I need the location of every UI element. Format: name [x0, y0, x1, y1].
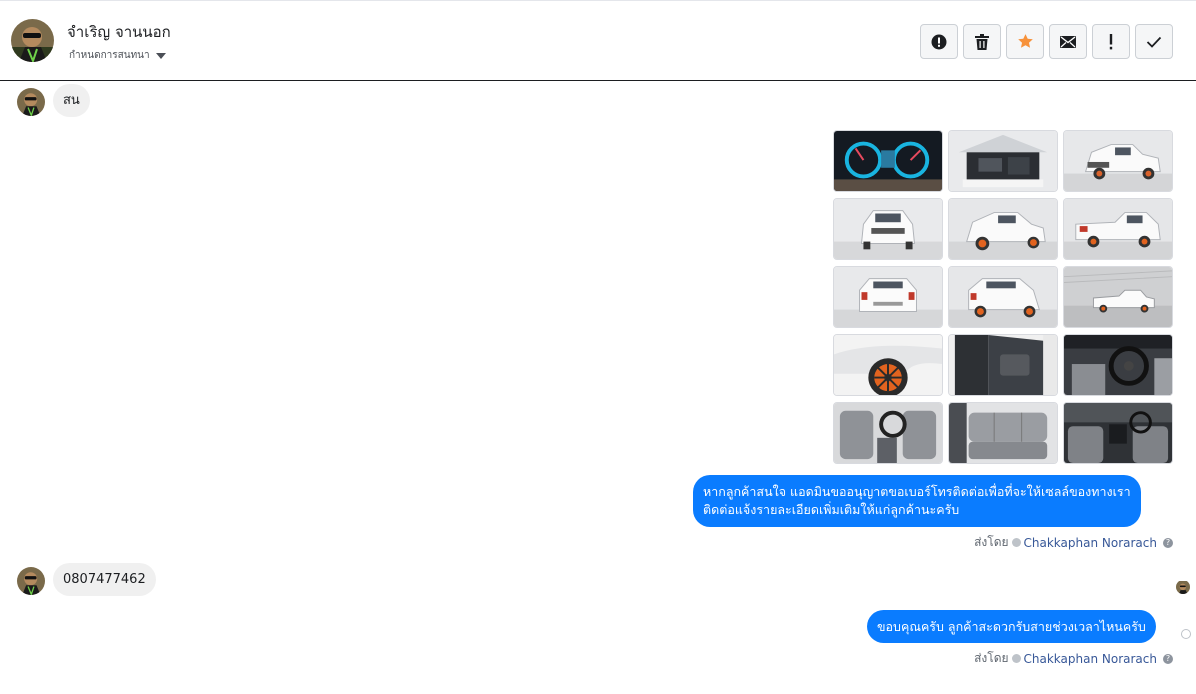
photo-thumbnail[interactable]: [948, 334, 1058, 396]
seen-avatar: [1176, 580, 1190, 594]
delivered-check-icon: [1181, 629, 1191, 639]
mark-unread-button[interactable]: [1049, 24, 1087, 59]
photo-thumbnail[interactable]: [833, 130, 943, 192]
conversation-status-label: กำหนดการสนทนา: [69, 50, 150, 61]
agent-name-link[interactable]: Chakkaphan Norarach: [1024, 536, 1157, 550]
agent-name-link[interactable]: Chakkaphan Norarach: [1024, 652, 1157, 666]
photo-thumbnail[interactable]: [833, 402, 943, 464]
outgoing-message: หากลูกค้าสนใจ แอดมินขออนุญาตขอเบอร์โทรติ…: [693, 475, 1141, 527]
contact-avatar-small: [17, 567, 45, 595]
photo-thumbnail[interactable]: [948, 198, 1058, 260]
star-icon: [1017, 34, 1033, 48]
photo-attachment-grid: [833, 130, 1173, 464]
photo-thumbnail[interactable]: [948, 402, 1058, 464]
caret-down-icon: [155, 53, 166, 59]
delete-button[interactable]: [963, 24, 1001, 59]
sent-by-label: ส่งโดย: [974, 651, 1009, 665]
photo-thumbnail[interactable]: [948, 130, 1058, 192]
alert-circle-icon: [931, 34, 947, 49]
incoming-message: สน: [53, 84, 90, 117]
exclamation-icon: [1109, 33, 1113, 49]
check-icon: [1146, 36, 1162, 48]
photo-thumbnail[interactable]: [948, 266, 1058, 328]
mark-spam-button[interactable]: [920, 24, 958, 59]
mark-done-button[interactable]: [1135, 24, 1173, 59]
trash-icon: [975, 33, 989, 50]
sent-by-info: ส่งโดย Chakkaphan Norarach ?: [974, 649, 1173, 668]
photo-thumbnail[interactable]: [1063, 402, 1173, 464]
contact-avatar-small: [17, 88, 45, 116]
sent-by-info: ส่งโดย Chakkaphan Norarach ?: [974, 533, 1173, 552]
photo-thumbnail[interactable]: [1063, 198, 1173, 260]
help-icon[interactable]: ?: [1163, 537, 1173, 548]
sent-by-label: ส่งโดย: [974, 535, 1009, 549]
agent-check-icon: [1011, 654, 1021, 663]
outgoing-message-line: ติดต่อแจ้งรายละเอียดเพิ่มเติมให้แก่ลูกค้…: [703, 502, 960, 517]
contact-name: จำเริญ จานนอก: [67, 23, 171, 41]
conversation-toolbar: [920, 24, 1173, 59]
incoming-message: 0807477462: [53, 563, 156, 596]
photo-thumbnail[interactable]: [1063, 130, 1173, 192]
outgoing-message-line: หากลูกค้าสนใจ แอดมินขออนุญาตขอเบอร์โทรติ…: [703, 484, 1131, 499]
outgoing-message: ขอบคุณครับ ลูกค้าสะดวกรับสายช่วงเวลาไหนค…: [867, 610, 1156, 643]
photo-thumbnail[interactable]: [1063, 334, 1173, 396]
photo-thumbnail[interactable]: [1063, 266, 1173, 328]
mark-important-button[interactable]: [1092, 24, 1130, 59]
photo-thumbnail[interactable]: [833, 266, 943, 328]
help-icon[interactable]: ?: [1163, 653, 1173, 664]
contact-avatar[interactable]: [11, 19, 54, 62]
envelope-icon: [1060, 35, 1076, 48]
conversation-status-dropdown[interactable]: กำหนดการสนทนา: [69, 48, 166, 63]
photo-thumbnail[interactable]: [833, 198, 943, 260]
agent-check-icon: [1011, 538, 1021, 547]
star-button[interactable]: [1006, 24, 1044, 59]
conversation-header: จำเริญ จานนอก กำหนดการสนทนา: [0, 0, 1196, 81]
photo-thumbnail[interactable]: [833, 334, 943, 396]
